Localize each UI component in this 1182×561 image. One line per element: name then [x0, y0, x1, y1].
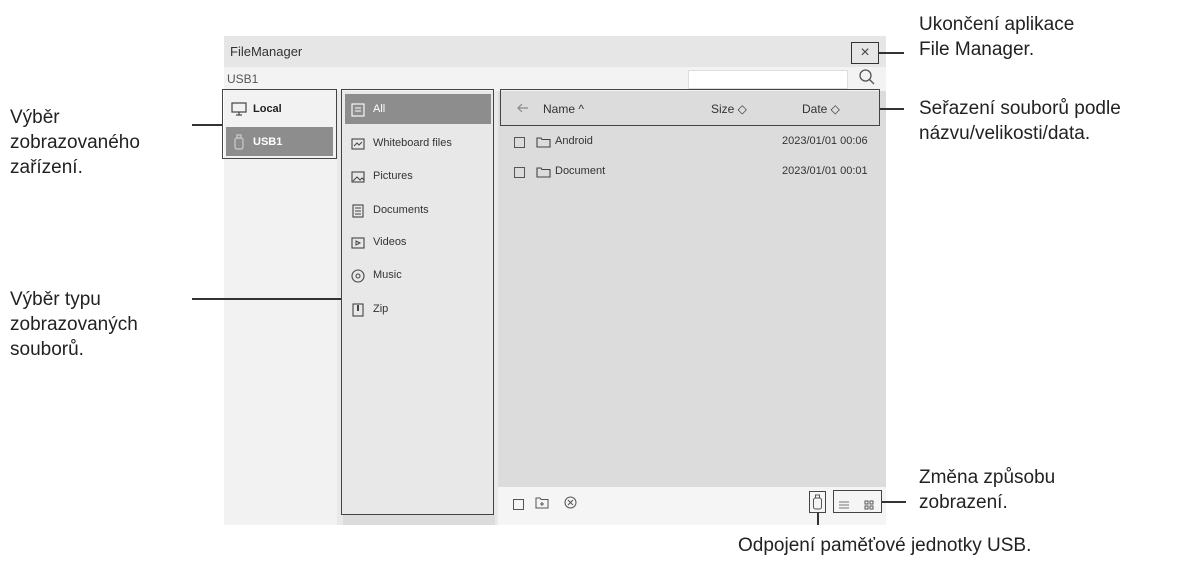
note-view: Změna způsobu zobrazení. — [919, 465, 1055, 515]
current-path: USB1 — [227, 72, 259, 86]
callout-line-view — [882, 501, 906, 503]
folder-icon — [536, 166, 551, 181]
sort-header-highlight — [500, 89, 880, 126]
note-device-line2: zobrazovaného — [10, 132, 140, 153]
callout-line-exit — [879, 52, 904, 54]
eject-highlight — [809, 491, 826, 513]
callout-line-sort — [880, 108, 904, 110]
new-folder-icon[interactable] — [535, 496, 549, 514]
file-type-selection-highlight — [341, 89, 494, 515]
callout-line-device — [192, 124, 222, 126]
note-type: Výběr typu zobrazovaných souborů. — [10, 287, 138, 362]
callout-line-eject — [817, 513, 819, 525]
file-type-panel-footer — [343, 515, 495, 525]
file-row[interactable]: Android 2023/01/01 00:06 — [498, 127, 886, 157]
note-view-line2: zobrazení. — [919, 492, 1008, 513]
file-name: Document — [555, 165, 606, 177]
note-type-line1: Výběr typu — [10, 289, 101, 310]
device-selection-highlight — [222, 89, 337, 159]
file-date: 2023/01/01 00:06 — [782, 135, 868, 147]
search-input[interactable] — [688, 70, 848, 89]
bottom-toolbar — [498, 487, 886, 525]
note-sort-line2: názvu/velikosti/data. — [919, 123, 1091, 144]
note-sort: Seřazení souborů podle názvu/velikosti/d… — [919, 96, 1121, 146]
note-exit-line1: Ukončení aplikace — [919, 14, 1075, 35]
note-device-line1: Výběr — [10, 107, 60, 128]
note-type-line2: zobrazovaných — [10, 314, 138, 335]
row-checkbox[interactable] — [514, 137, 525, 148]
close-button[interactable]: × — [851, 42, 879, 64]
note-type-line3: souborů. — [10, 339, 84, 360]
delete-icon[interactable] — [564, 496, 577, 514]
note-eject: Odpojení paměťové jednotky USB. — [738, 535, 1032, 556]
select-all-checkbox-icon[interactable] — [513, 497, 524, 515]
row-checkbox[interactable] — [514, 167, 525, 178]
app-title: FileManager — [230, 44, 303, 59]
note-sort-line1: Seřazení souborů podle — [919, 98, 1121, 119]
view-mode-highlight — [833, 490, 882, 513]
file-date: 2023/01/01 00:01 — [782, 165, 868, 177]
note-device-line3: zařízení. — [10, 157, 83, 178]
file-name: Android — [555, 135, 593, 147]
folder-icon — [536, 136, 551, 151]
search-icon[interactable] — [858, 68, 876, 91]
note-exit: Ukončení aplikace File Manager. — [919, 12, 1074, 62]
callout-line-type — [192, 298, 341, 300]
title-bar — [224, 36, 886, 67]
file-row[interactable]: Document 2023/01/01 00:01 — [498, 157, 886, 187]
note-device: Výběr zobrazovaného zařízení. — [10, 105, 140, 180]
note-view-line1: Změna způsobu — [919, 467, 1056, 488]
note-exit-line2: File Manager. — [919, 39, 1035, 60]
